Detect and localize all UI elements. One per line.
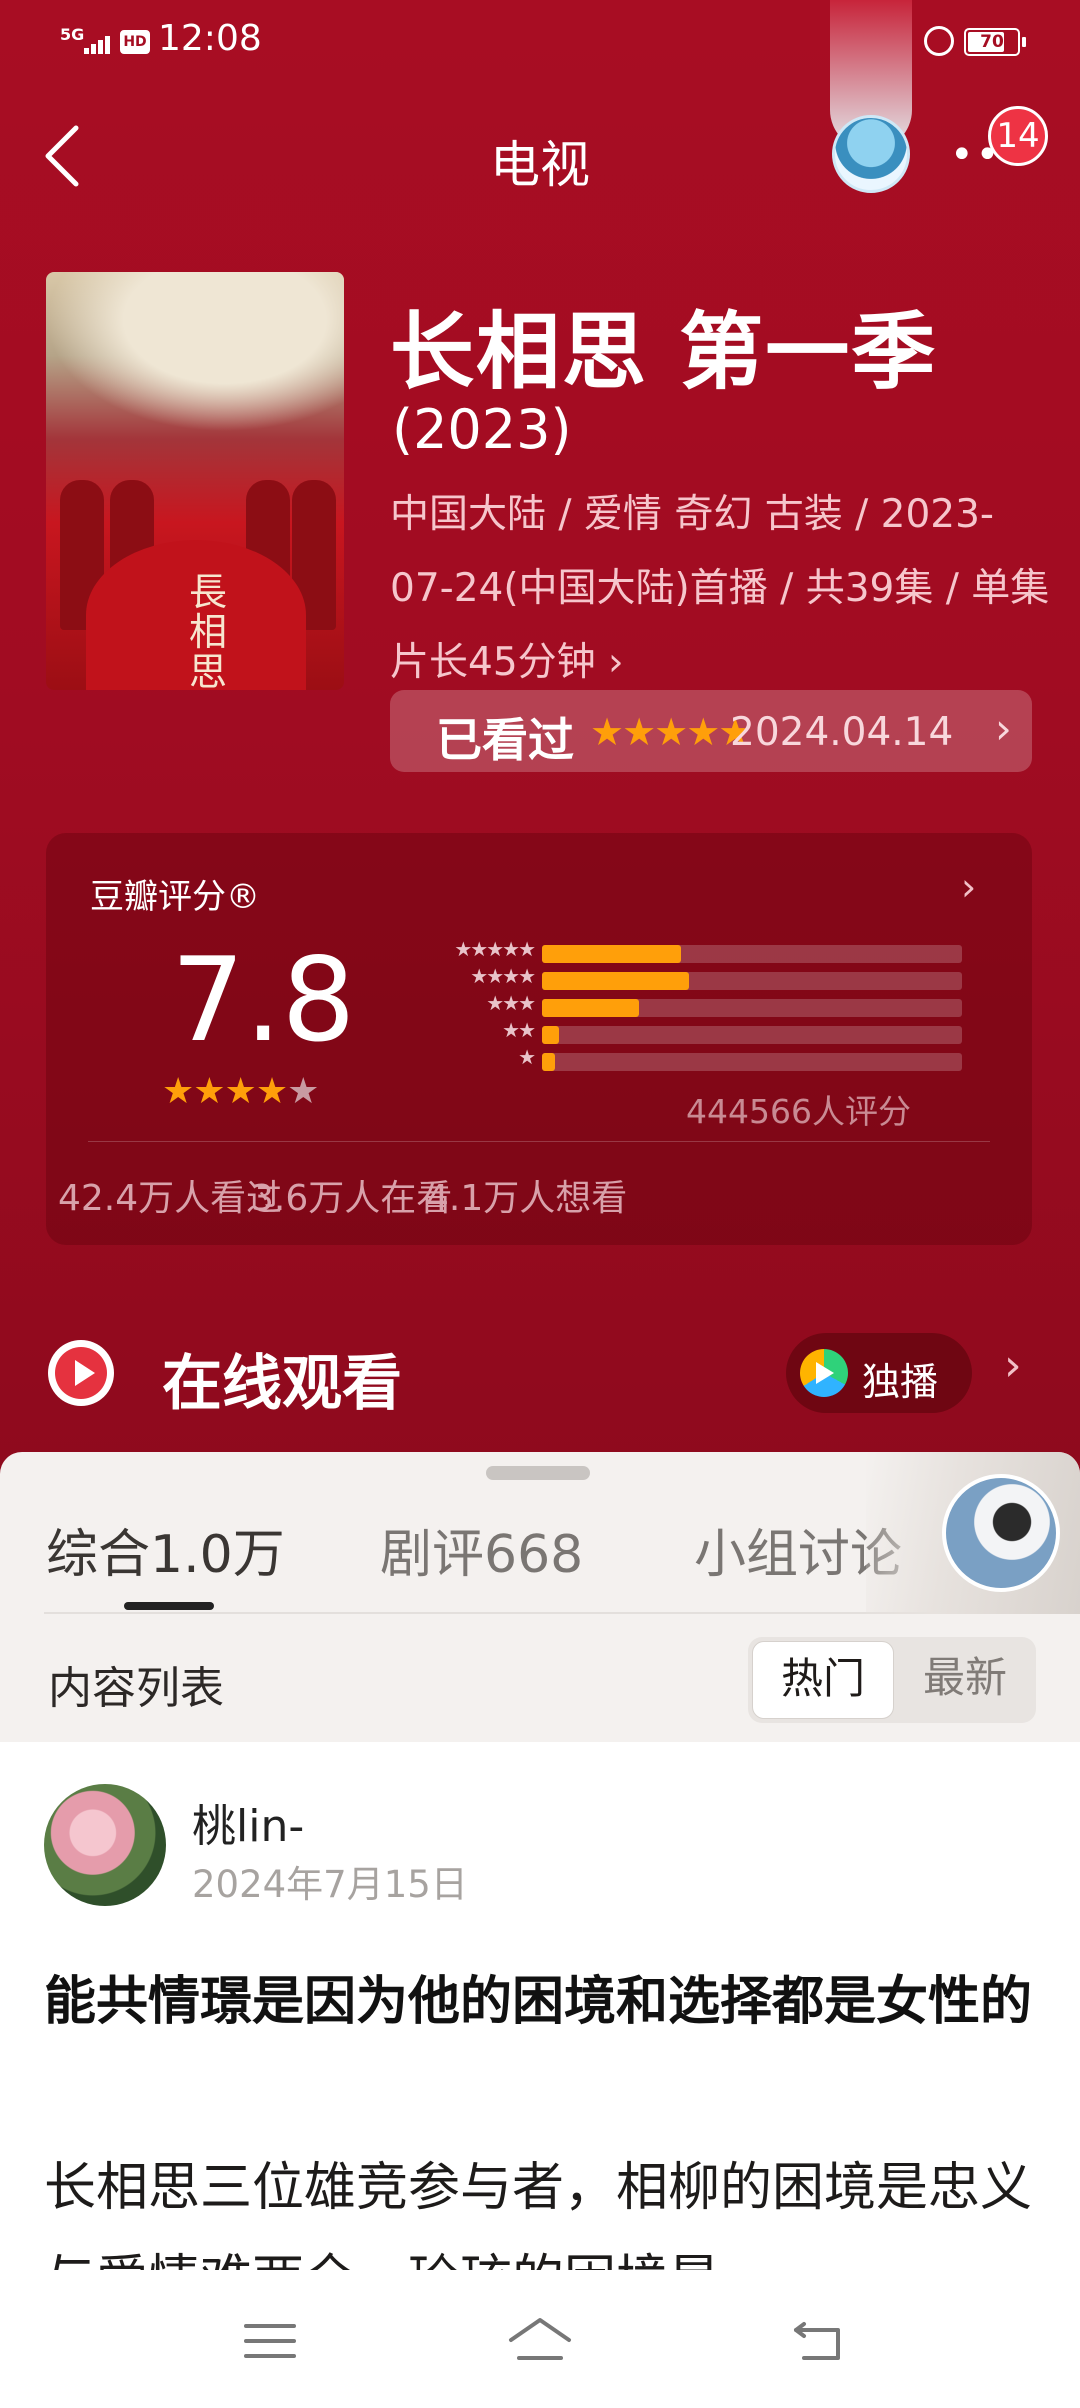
rating-row-fill (542, 945, 681, 963)
status-time: 12:08 (158, 18, 262, 59)
watched-label: 已看过 (436, 713, 574, 767)
active-tab-indicator (124, 1602, 214, 1610)
menu-icon[interactable] (240, 2316, 300, 2366)
tencent-video-icon (800, 1349, 848, 1397)
avatar[interactable] (44, 1784, 166, 1906)
content-list-header: 内容列表 (48, 1663, 224, 1714)
rating-source: 豆瓣评分® (90, 877, 260, 917)
chevron-right-icon[interactable]: › (1004, 1340, 1022, 1391)
rating-row-fill (542, 999, 639, 1017)
notification-badge: 14 (988, 106, 1048, 166)
system-nav-bar (0, 2270, 1080, 2408)
battery-level: 70 (980, 32, 1004, 52)
rating-stars: ★★★★★ (162, 1071, 319, 1112)
my-rating-stars: ★★★★★ (590, 710, 752, 754)
rating-row-stars: ★★★★ (470, 964, 536, 988)
rating-card[interactable]: 豆瓣评分® › 7.8 ★★★★★ ★★★★★ ★★★★ ★★★ ★★ ★ 444566… (46, 833, 1032, 1245)
sort-toggle: 热门 最新 (748, 1637, 1036, 1723)
rating-count: 444566人评分 (686, 1092, 911, 1131)
rating-score: 7.8 (171, 933, 356, 1068)
rating-row: ★ (376, 1045, 976, 1073)
rating-row-stars: ★★ (502, 1018, 536, 1042)
sort-hot-button[interactable]: 热门 (752, 1641, 894, 1719)
user-avatar[interactable] (942, 1474, 1060, 1592)
stat-want-to-watch[interactable]: 4.1万人想看 (426, 1169, 627, 1221)
rating-row: ★★★ (376, 991, 976, 1019)
exclusive-label: 独播 (862, 1360, 939, 1404)
rating-row-track (542, 945, 962, 963)
rating-row-fill (542, 972, 689, 990)
chevron-right-icon: › (995, 704, 1012, 753)
post-author[interactable]: 桃lin- (192, 1790, 304, 1854)
rating-row-stars: ★★★★★ (454, 937, 536, 961)
status-bar: 5G HD 12:08 70 (0, 0, 1080, 90)
back-nav-icon[interactable] (790, 2316, 850, 2366)
stat-watching[interactable]: 3.6万人在看 (251, 1169, 452, 1221)
rating-row-stars: ★ (518, 1045, 536, 1069)
play-icon (48, 1340, 114, 1406)
battery-icon: 70 (964, 28, 1020, 56)
chevron-right-icon: › (961, 865, 977, 909)
home-icon[interactable] (505, 2316, 575, 2366)
watched-status-button[interactable]: 已看过 ★★★★★ 2024.04.14 › (390, 690, 1032, 772)
rating-row-track (542, 999, 962, 1017)
rating-row-fill (542, 1053, 555, 1071)
rating-row: ★★★★ (376, 964, 976, 992)
signal-icon (84, 34, 114, 54)
battery-tip (1022, 37, 1026, 47)
alarm-icon (924, 26, 954, 56)
stat-watched[interactable]: 42.4万人看过 (58, 1169, 282, 1221)
divider (88, 1141, 990, 1142)
sort-new-button[interactable]: 最新 (898, 1641, 1032, 1719)
hd-voice-icon: HD (120, 30, 150, 54)
rating-row-track (542, 1053, 962, 1071)
mini-program-avatar[interactable] (832, 115, 910, 193)
content-sheet: 综合1.0万 剧评668 小组讨论 内容列表 热门 最新 桃lin- 2024年… (0, 1452, 1080, 2408)
post-title[interactable]: 能共情璟是因为他的困境和选择都是女性的 (44, 1956, 1044, 2048)
rating-row-track (542, 972, 962, 990)
show-year: (2023) (392, 398, 572, 461)
page-title: 电视 (490, 136, 590, 194)
online-watch-title[interactable]: 在线观看 (162, 1335, 402, 1422)
show-title: 长相思 第一季 (390, 303, 938, 401)
rating-row-stars: ★★★ (486, 991, 536, 1015)
tab-overview[interactable]: 综合1.0万 (46, 1512, 285, 1587)
exclusive-stream-button[interactable]: 独播 (786, 1333, 972, 1413)
rating-row: ★★ (376, 1018, 976, 1046)
show-meta[interactable]: 中国大陆 / 爱情 奇幻 古装 / 2023-07-24(中国大陆)首播 / 共… (390, 478, 1050, 700)
rating-row-fill (542, 1026, 559, 1044)
post-date: 2024年7月15日 (192, 1863, 468, 1906)
poster-title: 長相思 (188, 570, 227, 690)
rating-row: ★★★★★ (376, 937, 976, 965)
tab-reviews[interactable]: 剧评668 (380, 1512, 583, 1587)
tab-bar: 综合1.0万 剧评668 小组讨论 (0, 1452, 1080, 1614)
watched-date: 2024.04.14 (730, 710, 954, 755)
show-poster[interactable]: 長相思 (46, 272, 344, 690)
network-type: 5G (60, 25, 85, 44)
rating-row-track (542, 1026, 962, 1044)
